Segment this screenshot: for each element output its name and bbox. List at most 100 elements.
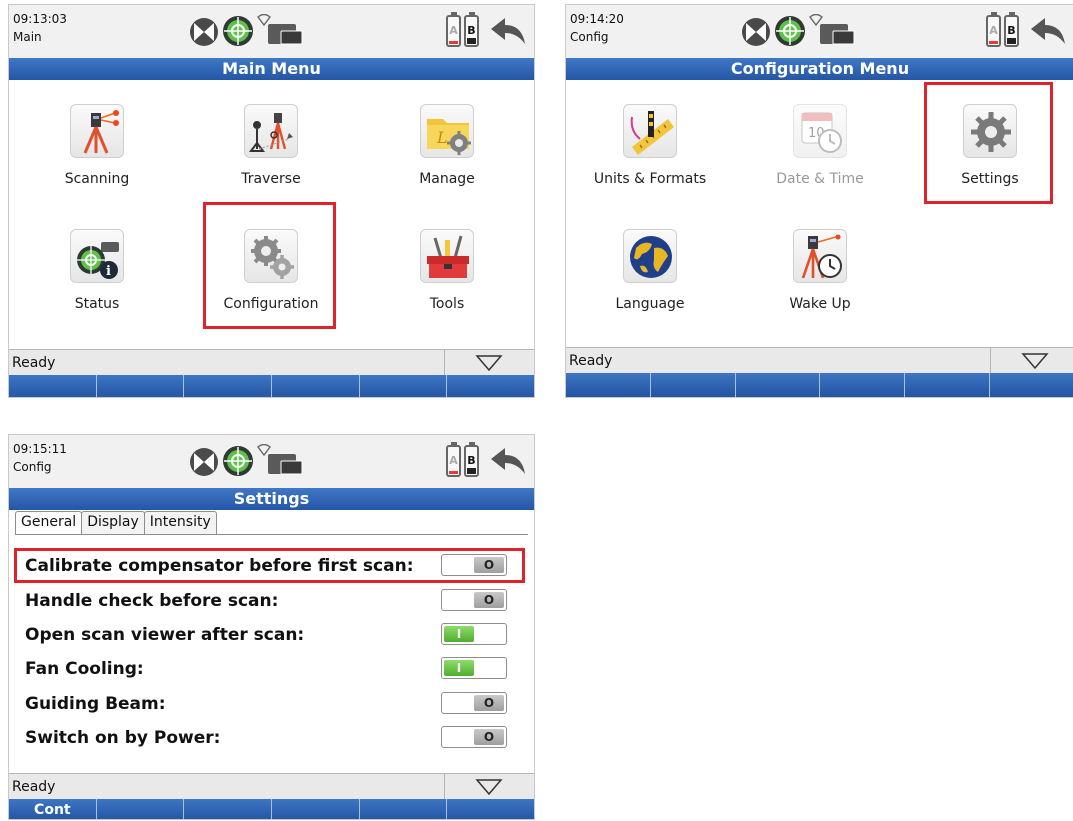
tile-label: Tools	[429, 296, 465, 312]
page-title: Settings	[9, 488, 534, 510]
toggle-handle-check[interactable]: O	[441, 589, 507, 611]
tab-general[interactable]: General	[15, 511, 83, 535]
softkey-f5[interactable]	[905, 373, 991, 397]
status-text: Ready	[569, 353, 613, 369]
tab-display[interactable]: Display	[81, 511, 145, 535]
tile-units-formats[interactable]: Units & Formats	[580, 93, 720, 203]
softkey-f2[interactable]	[97, 799, 185, 819]
tile-label: Status	[74, 296, 120, 312]
tile-wake-up[interactable]: Wake Up	[750, 218, 890, 328]
tile-label: Settings	[961, 171, 1019, 187]
toggle-state: I	[444, 660, 474, 676]
softkey-f5[interactable]	[360, 375, 448, 397]
softkey-f2[interactable]	[97, 375, 185, 397]
toggle-state: O	[474, 729, 504, 745]
sd-card-icon[interactable]	[267, 23, 303, 45]
softkey-f1[interactable]	[566, 373, 651, 397]
status-bar: Ready	[9, 349, 534, 375]
toggle-state: O	[474, 695, 504, 711]
setting-row-handle-check: Handle check before scan: O	[25, 588, 507, 614]
dropdown-triangle-icon[interactable]	[1021, 352, 1049, 370]
dropdown-triangle-icon[interactable]	[475, 354, 503, 372]
softkey-f3[interactable]	[184, 799, 273, 819]
back-arrow-icon[interactable]	[489, 447, 527, 475]
softkey-f6[interactable]	[447, 799, 534, 819]
softkey-f4[interactable]	[272, 375, 360, 397]
softkey-f4[interactable]	[820, 373, 906, 397]
calendar-clock-icon: 10	[801, 112, 842, 153]
softkey-f5[interactable]	[360, 799, 448, 819]
traverse-icon	[249, 113, 293, 152]
tile-traverse[interactable]: Traverse	[201, 93, 341, 203]
clock: 09:14:20	[570, 12, 624, 26]
softkey-f3[interactable]	[184, 375, 273, 397]
softkey-f1[interactable]	[9, 375, 97, 397]
battery-b-icon: B	[464, 12, 479, 47]
connection-status-icon[interactable]	[189, 17, 219, 47]
status-text: Ready	[12, 355, 56, 371]
tile-tools[interactable]: Tools	[377, 218, 517, 328]
mode-label: Main	[13, 30, 42, 44]
toggle-state: I	[444, 626, 474, 642]
battery-a-icon: A	[446, 442, 461, 477]
level-bubble-icon[interactable]	[222, 15, 254, 47]
tile-label: Language	[615, 296, 685, 312]
dropdown-triangle-icon[interactable]	[475, 778, 503, 796]
connection-status-icon[interactable]	[741, 17, 771, 47]
softkey-bar	[566, 373, 1073, 397]
top-status-bar: 09:14:20 Config A B	[566, 5, 1073, 58]
svg-text:L: L	[436, 128, 448, 147]
setting-row-switch-on-by-power: Switch on by Power: O	[25, 725, 507, 751]
status-level-info-icon: i	[77, 242, 119, 279]
toggle-calibrate-compensator[interactable]: O	[441, 554, 507, 576]
level-bubble-icon[interactable]	[774, 15, 806, 47]
tile-configuration[interactable]: Configuration	[201, 218, 341, 328]
status-bar: Ready	[566, 347, 1073, 373]
softkey-f2[interactable]	[651, 373, 736, 397]
toggle-switch-on-by-power[interactable]: O	[441, 726, 507, 748]
softkey-f3[interactable]	[736, 373, 821, 397]
toggle-guiding-beam[interactable]: O	[441, 692, 507, 714]
configuration-menu-screen: 09:14:20 Config A B Configuration Menu U…	[565, 4, 1073, 398]
softkey-f4[interactable]	[272, 799, 360, 819]
battery-a-icon: A	[986, 12, 1001, 47]
softkey-f6[interactable]	[990, 373, 1073, 397]
battery-a-label: A	[449, 454, 458, 467]
settings-tabs: General Display Intensity	[15, 511, 217, 535]
tile-manage[interactable]: L Manage	[377, 93, 517, 203]
ruler-level-icon	[630, 111, 674, 155]
battery-b-icon: B	[1004, 12, 1019, 47]
toggle-open-scan-viewer[interactable]: I	[441, 623, 507, 645]
tile-scanning[interactable]: Scanning	[27, 93, 167, 203]
setting-label: Handle check before scan:	[25, 591, 279, 611]
tab-intensity[interactable]: Intensity	[143, 511, 217, 535]
page-title: Configuration Menu	[566, 58, 1073, 80]
sd-card-icon[interactable]	[267, 453, 303, 475]
back-arrow-icon[interactable]	[1029, 17, 1067, 45]
softkey-f6[interactable]	[447, 375, 534, 397]
setting-row-guiding-beam: Guiding Beam: O	[25, 691, 507, 717]
back-arrow-icon[interactable]	[489, 17, 527, 45]
clock: 09:13:03	[13, 12, 67, 26]
tile-settings[interactable]: Settings	[920, 93, 1060, 203]
main-menu-screen: 09:13:03 Main A B Main Menu Scanning Tra…	[8, 4, 535, 398]
gear-icon	[971, 112, 1011, 152]
sd-card-icon[interactable]	[819, 23, 855, 45]
softkey-cont[interactable]: Cont	[9, 799, 97, 819]
toggle-fan-cooling[interactable]: I	[441, 657, 507, 679]
battery-b-label: B	[467, 24, 476, 37]
tile-status[interactable]: i Status	[27, 218, 167, 328]
tile-language[interactable]: Language	[580, 218, 720, 328]
tile-label: Configuration	[223, 296, 319, 312]
battery-a-label: A	[989, 24, 998, 37]
level-bubble-icon[interactable]	[222, 445, 254, 477]
mode-label: Config	[13, 460, 52, 474]
connection-status-icon[interactable]	[189, 447, 219, 477]
setting-row-fan-cooling: Fan Cooling: I	[25, 656, 507, 682]
status-text: Ready	[12, 779, 56, 795]
softkey-bar	[9, 375, 534, 397]
setting-label: Guiding Beam:	[25, 694, 166, 714]
battery-b-icon: B	[464, 442, 479, 477]
tile-label: Units & Formats	[593, 171, 707, 187]
setting-label: Calibrate compensator before first scan:	[25, 556, 414, 576]
